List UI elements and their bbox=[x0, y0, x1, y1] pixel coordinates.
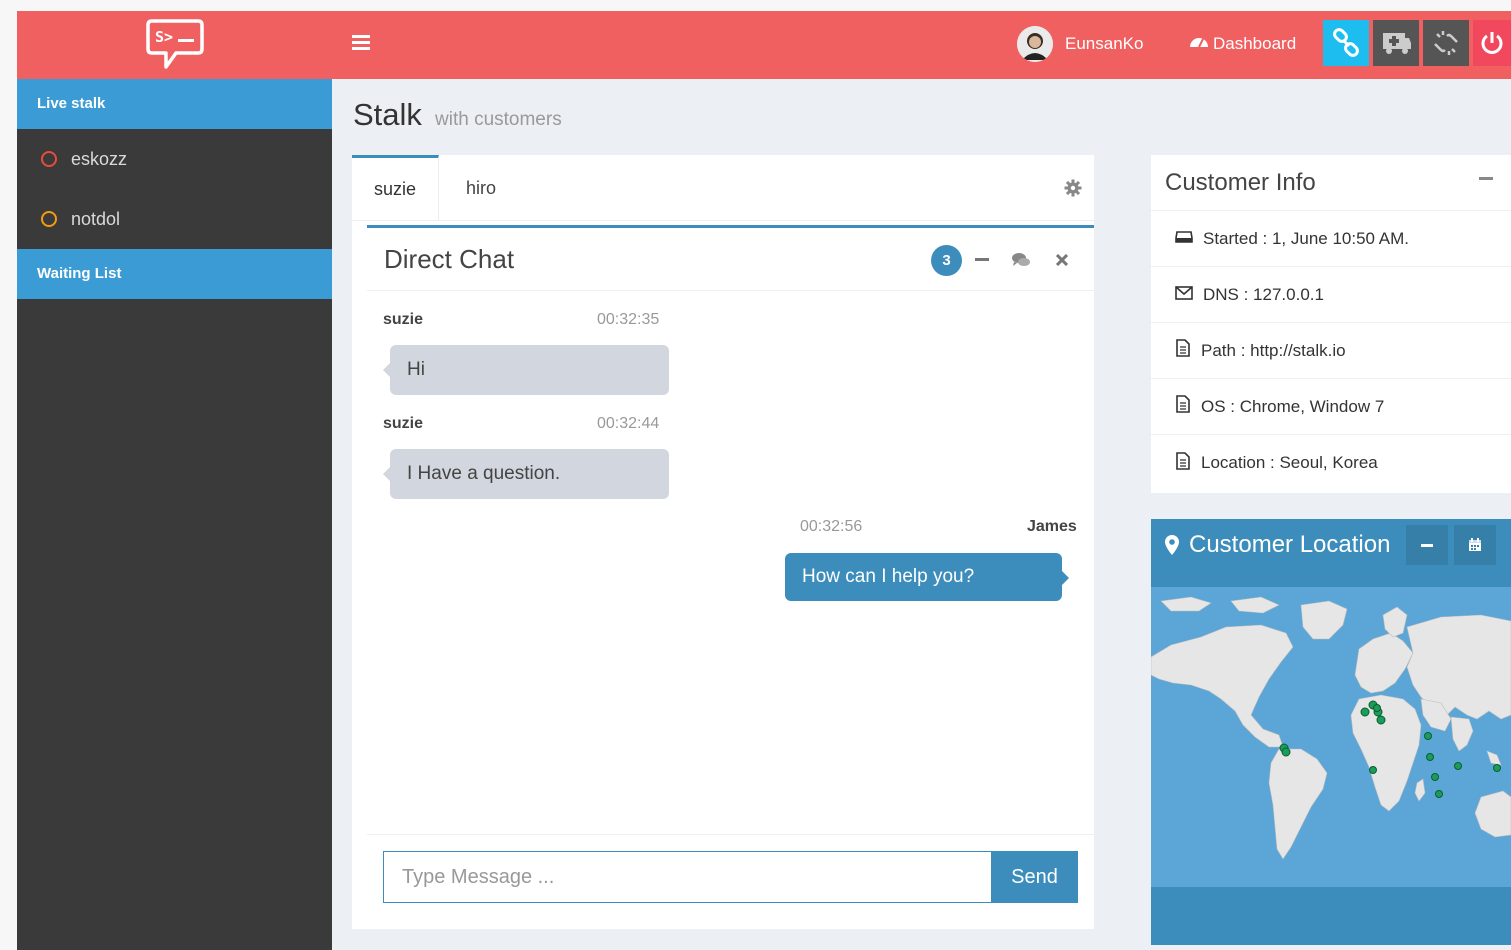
message-sender: suzie bbox=[383, 311, 424, 328]
file-icon bbox=[1175, 451, 1191, 475]
page-subtitle: with customers bbox=[435, 109, 562, 130]
gear-icon[interactable] bbox=[1064, 179, 1082, 202]
calendar-icon[interactable] bbox=[1454, 525, 1496, 565]
world-map[interactable]: + − bbox=[1151, 587, 1511, 945]
unlink-icon bbox=[1434, 31, 1458, 55]
message-timestamp: 00:32:56 bbox=[800, 518, 863, 535]
customer-location-title: Customer Location bbox=[1189, 531, 1391, 558]
comments-icon[interactable] bbox=[1009, 248, 1033, 272]
inbox-icon bbox=[1175, 229, 1193, 249]
sidebar-header-waiting-list[interactable]: Waiting List bbox=[17, 249, 332, 299]
customer-location-panel: Customer Location bbox=[1151, 519, 1511, 945]
link-button[interactable] bbox=[1323, 20, 1369, 66]
power-button[interactable] bbox=[1473, 20, 1511, 66]
info-text: Started : 1, June 10:50 AM. bbox=[1203, 228, 1410, 248]
message-input[interactable] bbox=[383, 851, 992, 903]
info-row-started: Started : 1, June 10:50 AM. bbox=[1151, 211, 1511, 267]
chat-panel: suzie hiro Direct Chat 3 suzie 00:32:35 bbox=[352, 155, 1094, 929]
svg-text:S>: S> bbox=[155, 28, 173, 46]
chat-messages: suzie 00:32:35 Hi suzie 00:32:44 I Have … bbox=[367, 291, 1094, 831]
ambulance-icon bbox=[1383, 33, 1411, 54]
chat-footer: Send bbox=[367, 834, 1094, 918]
envelope-icon bbox=[1175, 285, 1193, 305]
minimize-button[interactable] bbox=[1406, 525, 1448, 565]
file-icon bbox=[1175, 395, 1191, 418]
sidebar-item-notdol[interactable]: notdol bbox=[17, 189, 332, 249]
customer-info-title: Customer Info bbox=[1165, 169, 1316, 196]
customer-location-header: Customer Location bbox=[1151, 519, 1511, 587]
status-circle-icon bbox=[41, 211, 57, 227]
file-icon bbox=[1175, 339, 1191, 362]
user-menu[interactable]: EunsanKo bbox=[1017, 26, 1143, 62]
sidebar-header-live-stalk: Live stalk bbox=[17, 79, 332, 129]
info-text: DNS : 127.0.0.1 bbox=[1203, 284, 1324, 304]
map-marker-icon bbox=[1165, 535, 1179, 560]
top-navbar: S> EunsanKo Dashboard bbox=[17, 11, 1511, 79]
message-timestamp: 00:32:35 bbox=[597, 311, 660, 328]
dashboard-label: Dashboard bbox=[1213, 33, 1297, 53]
sidebar: Live stalk eskozz notdol Waiting List bbox=[17, 79, 332, 950]
message-timestamp: 00:32:44 bbox=[597, 415, 660, 432]
customer-info-header: Customer Info bbox=[1151, 155, 1511, 211]
info-text: Location : Seoul, Korea bbox=[1201, 453, 1378, 472]
send-button[interactable]: Send bbox=[991, 851, 1078, 903]
unlink-button[interactable] bbox=[1423, 20, 1469, 66]
sidebar-item-eskozz[interactable]: eskozz bbox=[17, 129, 332, 189]
message-bubble: How can I help you? bbox=[785, 553, 1069, 601]
customer-location-footer bbox=[1151, 887, 1511, 945]
tab-hiro[interactable]: hiro bbox=[444, 155, 518, 221]
info-row-os: OS : Chrome, Window 7 bbox=[1151, 379, 1511, 435]
link-icon bbox=[1333, 28, 1359, 57]
app-logo[interactable]: S> bbox=[17, 11, 332, 79]
minimize-icon[interactable] bbox=[970, 248, 994, 272]
chat-tabs: suzie hiro bbox=[352, 155, 1094, 221]
customer-info-panel: Customer Info Started : 1, June 10:50 AM… bbox=[1151, 155, 1511, 493]
tab-suzie[interactable]: suzie bbox=[352, 155, 440, 221]
ambulance-button[interactable] bbox=[1373, 20, 1419, 66]
direct-chat-box: Direct Chat 3 suzie 00:32:35 Hi suzie 00… bbox=[367, 225, 1094, 915]
status-circle-icon bbox=[41, 151, 57, 167]
info-row-location: Location : Seoul, Korea bbox=[1151, 435, 1511, 491]
dashboard-link[interactable]: Dashboard bbox=[1189, 33, 1296, 54]
message-sender: James bbox=[1027, 518, 1077, 535]
sidebar-item-label: notdol bbox=[71, 208, 121, 229]
avatar bbox=[1017, 26, 1053, 62]
info-text: OS : Chrome, Window 7 bbox=[1201, 396, 1385, 416]
info-row-path: Path : http://stalk.io bbox=[1151, 323, 1511, 379]
message-bubble: Hi bbox=[383, 345, 669, 395]
info-text: Path : http://stalk.io bbox=[1201, 340, 1346, 360]
info-row-dns: DNS : 127.0.0.1 bbox=[1151, 267, 1511, 323]
message-sender: suzie bbox=[383, 415, 424, 432]
chat-header: Direct Chat 3 bbox=[367, 228, 1094, 291]
page-title: Stalk bbox=[353, 97, 422, 132]
minimize-icon[interactable] bbox=[1479, 177, 1493, 180]
power-icon bbox=[1481, 32, 1503, 54]
chat-title: Direct Chat bbox=[384, 244, 515, 274]
close-icon[interactable] bbox=[1050, 248, 1074, 272]
dashboard-icon bbox=[1189, 33, 1209, 54]
menu-toggle-icon[interactable] bbox=[352, 35, 370, 53]
message-bubble: I Have a question. bbox=[383, 449, 669, 499]
main-content: Stalk with customers suzie hiro Direct C… bbox=[332, 79, 1511, 950]
user-name: EunsanKo bbox=[1065, 34, 1144, 53]
message-count-badge: 3 bbox=[931, 245, 962, 276]
sidebar-item-label: eskozz bbox=[71, 148, 128, 169]
